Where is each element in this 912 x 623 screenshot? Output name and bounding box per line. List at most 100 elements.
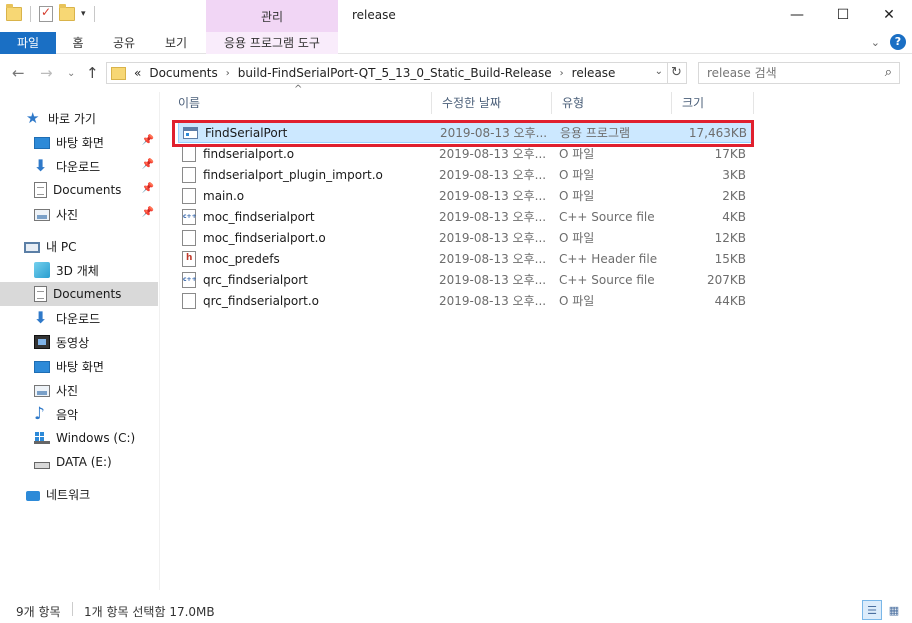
file-icon: [182, 187, 196, 204]
help-icon[interactable]: ?: [890, 34, 906, 50]
column-header-size[interactable]: 크기: [672, 92, 754, 114]
search-input[interactable]: [699, 63, 869, 83]
file-size: 15KB: [714, 251, 746, 266]
window-controls: — ☐ ✕: [774, 0, 912, 30]
file-name: moc_findserialport: [203, 209, 315, 224]
sidebar-item-this-pc[interactable]: 내 PC: [0, 234, 158, 258]
file-size: 207KB: [706, 272, 746, 287]
desktop-icon: [34, 137, 50, 149]
view-switcher: ☰ ▦: [862, 600, 904, 620]
drive-icon: [34, 461, 50, 469]
sidebar-item-downloads[interactable]: ⬇ 다운로드 📌: [0, 154, 158, 178]
search-box[interactable]: ⌕: [698, 62, 900, 84]
pin-icon: 📌: [141, 135, 154, 146]
file-name: moc_predefs: [203, 251, 280, 266]
manage-context-tab[interactable]: 관리: [206, 0, 338, 32]
file-row[interactable]: findserialport_plugin_import.o 2019-08-1…: [178, 164, 752, 185]
file-date: 2019-08-13 오후...: [439, 147, 547, 161]
sidebar-item-label: Documents: [53, 183, 122, 197]
new-folder-icon[interactable]: [59, 4, 75, 21]
windows-drive-icon: [34, 432, 50, 444]
network-icon: [26, 490, 40, 501]
tab-application-tools[interactable]: 응용 프로그램 도구: [206, 32, 338, 54]
tab-share[interactable]: 공유: [104, 32, 144, 54]
sidebar-item-3d-objects[interactable]: 3D 개체: [0, 258, 158, 282]
breadcrumb-documents[interactable]: Documents: [149, 66, 217, 80]
file-row-findserialport[interactable]: FindSerialPort 2019-08-13 오후... 응용 프로그램 …: [178, 122, 752, 143]
sidebar-item-downloads-pc[interactable]: ⬇ 다운로드: [0, 306, 158, 330]
sidebar-item-desktop[interactable]: 바탕 화면 📌: [0, 130, 158, 154]
sidebar-item-label: 바탕 화면: [56, 359, 104, 374]
navigation-pane: ★ 바로 가기 바탕 화면 📌 ⬇ 다운로드 📌 Documents 📌 사진 …: [0, 92, 160, 590]
pin-icon: 📌: [141, 207, 154, 218]
sidebar-item-documents-quick[interactable]: Documents 📌: [0, 178, 158, 202]
file-date: 2019-08-13 오후...: [439, 273, 547, 287]
sidebar-item-pictures-quick[interactable]: 사진 📌: [0, 202, 158, 226]
file-size: 4KB: [722, 209, 746, 224]
maximize-button[interactable]: ☐: [820, 0, 866, 30]
sidebar-item-label: 바탕 화면: [56, 135, 104, 150]
file-date: 2019-08-13 오후...: [439, 210, 547, 224]
sidebar-item-label: 네트워크: [46, 487, 91, 502]
toolbar-separator: [93, 6, 95, 22]
file-type: O 파일: [559, 189, 595, 203]
forward-arrow-icon[interactable]: →: [40, 64, 53, 82]
up-arrow-icon[interactable]: ↑: [86, 64, 99, 82]
file-icon: [182, 166, 196, 183]
breadcrumb-release[interactable]: release: [572, 66, 616, 80]
large-icons-view-icon[interactable]: ▦: [884, 600, 904, 620]
column-header-type[interactable]: 유형: [552, 92, 672, 114]
file-row[interactable]: moc_findserialport 2019-08-13 오후... C++ …: [178, 206, 752, 227]
file-name: findserialport.o: [203, 146, 295, 161]
file-icon: [182, 145, 196, 162]
file-name: qrc_findserialport: [203, 272, 308, 287]
sidebar-item-label: Documents: [53, 287, 122, 301]
column-header-date[interactable]: 수정한 날짜: [432, 92, 552, 114]
back-arrow-icon[interactable]: ←: [12, 64, 25, 82]
customize-toolbar-dropdown-icon[interactable]: ▾: [81, 9, 86, 19]
sidebar-item-label: 바로 가기: [48, 111, 96, 126]
toolbar-separator: [30, 6, 31, 22]
sidebar-item-quick-access[interactable]: ★ 바로 가기: [0, 106, 158, 130]
file-row[interactable]: findserialport.o 2019-08-13 오후... O 파일 1…: [178, 143, 752, 164]
file-date: 2019-08-13 오후...: [439, 294, 547, 308]
sidebar-item-windows-drive[interactable]: Windows (C:): [0, 426, 158, 450]
file-row[interactable]: qrc_findserialport.o 2019-08-13 오후... O …: [178, 290, 752, 311]
status-selection: 1개 항목 선택함 17.0MB: [84, 605, 215, 619]
tab-view[interactable]: 보기: [156, 32, 196, 54]
file-row[interactable]: qrc_findserialport 2019-08-13 오후... C++ …: [178, 269, 752, 290]
address-bar[interactable]: « Documents › build-FindSerialPort-QT_5_…: [106, 62, 668, 84]
close-button[interactable]: ✕: [866, 0, 912, 30]
breadcrumb-chevron-icon[interactable]: ›: [226, 68, 230, 79]
minimize-button[interactable]: —: [774, 0, 820, 30]
address-dropdown-icon[interactable]: ⌄: [655, 66, 663, 77]
expand-ribbon-chevron-icon[interactable]: ⌄: [871, 36, 880, 49]
file-row[interactable]: moc_findserialport.o 2019-08-13 오후... O …: [178, 227, 752, 248]
sidebar-item-documents[interactable]: Documents: [0, 282, 158, 306]
3d-objects-icon: [34, 262, 50, 278]
properties-icon[interactable]: [39, 5, 53, 22]
breadcrumb-chevron-icon[interactable]: ›: [560, 68, 564, 79]
download-icon: ⬇: [34, 156, 48, 175]
tab-home[interactable]: 홈: [60, 32, 96, 54]
sidebar-item-network[interactable]: 네트워크: [0, 482, 158, 506]
breadcrumb-overflow[interactable]: «: [134, 66, 141, 80]
star-icon: ★: [26, 109, 40, 127]
recent-locations-chevron-icon[interactable]: ⌄: [67, 68, 75, 79]
sidebar-item-desktop-pc[interactable]: 바탕 화면: [0, 354, 158, 378]
file-row[interactable]: moc_predefs 2019-08-13 오후... C++ Header …: [178, 248, 752, 269]
search-icon[interactable]: ⌕: [885, 65, 892, 80]
refresh-button[interactable]: ↻: [667, 62, 687, 84]
details-view-icon[interactable]: ☰: [862, 600, 882, 620]
sidebar-item-data-drive[interactable]: DATA (E:): [0, 450, 158, 474]
sidebar-item-label: 음악: [56, 407, 79, 422]
sidebar-item-label: Windows (C:): [56, 431, 136, 445]
sidebar-item-music[interactable]: ♪ 음악: [0, 402, 158, 426]
file-name: moc_findserialport.o: [203, 230, 326, 245]
sidebar-item-videos[interactable]: 동영상: [0, 330, 158, 354]
sidebar-item-pictures[interactable]: 사진: [0, 378, 158, 402]
column-header-name[interactable]: 이름: [168, 92, 432, 114]
file-row[interactable]: main.o 2019-08-13 오후... O 파일 2KB: [178, 185, 752, 206]
breadcrumb-build-folder[interactable]: build-FindSerialPort-QT_5_13_0_Static_Bu…: [238, 66, 552, 80]
tab-file[interactable]: 파일: [0, 32, 56, 54]
